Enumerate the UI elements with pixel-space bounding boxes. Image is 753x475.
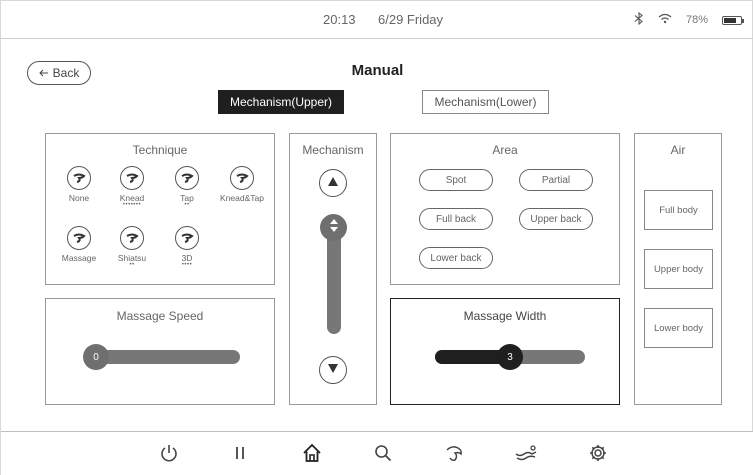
status-time: 20:13 xyxy=(323,12,356,27)
home-button[interactable] xyxy=(298,441,326,469)
app-screen: 20:13 6/29 Friday 78% Back Manual Mechan… xyxy=(0,0,753,475)
mechanism-up-button[interactable] xyxy=(319,169,347,197)
page-title: Manual xyxy=(351,62,404,79)
technique-tap[interactable]: Tap •• xyxy=(156,166,218,208)
home-icon xyxy=(302,443,322,468)
mechanism-panel: Mechanism xyxy=(289,133,377,405)
bluetooth-icon xyxy=(634,11,644,28)
wifi-icon xyxy=(658,13,672,27)
technique-dots: •• xyxy=(184,202,190,208)
technique-dots: ••••••• xyxy=(122,202,142,208)
technique-dots: •• xyxy=(129,262,135,268)
massage-speed-panel: Massage Speed 0 xyxy=(45,298,275,405)
area-full-back-button[interactable]: Full back xyxy=(419,208,493,230)
technique-hand-icon xyxy=(67,226,91,250)
air-panel: Air Full body Upper body Lower body xyxy=(634,133,722,405)
technique-hand-icon xyxy=(120,166,144,190)
massage-speed-knob[interactable]: 0 xyxy=(83,344,109,370)
technique-hand-icon xyxy=(120,226,144,250)
status-icons: 78% xyxy=(634,11,744,28)
area-partial-button[interactable]: Partial xyxy=(519,169,593,191)
mechanism-title: Mechanism xyxy=(302,143,364,157)
technique-shiatsu[interactable]: Shiatsu •• xyxy=(101,226,163,268)
tab-mechanism-upper[interactable]: Mechanism(Upper) xyxy=(218,90,344,114)
area-upper-back-button[interactable]: Upper back xyxy=(519,208,593,230)
air-title: Air xyxy=(670,143,686,157)
air-full-body-button[interactable]: Full body xyxy=(644,190,713,230)
technique-hand-icon xyxy=(67,166,91,190)
massage-width-value: 3 xyxy=(507,351,513,363)
status-date: 6/29 Friday xyxy=(378,12,444,27)
technique-knead[interactable]: Knead ••••••• xyxy=(101,166,163,208)
massage-width-panel: Massage Width 3 xyxy=(390,298,620,405)
technique-label: Knead&Tap xyxy=(220,193,264,203)
status-bar: 20:13 6/29 Friday 78% xyxy=(1,1,753,39)
technique-knead-tap[interactable]: Knead&Tap xyxy=(211,166,273,203)
battery-icon xyxy=(722,15,744,25)
triangle-down-icon xyxy=(327,361,339,379)
recline-icon xyxy=(514,443,538,468)
air-upper-body-button[interactable]: Upper body xyxy=(644,249,713,289)
tab-mechanism-lower[interactable]: Mechanism(Lower) xyxy=(422,90,549,114)
settings-button[interactable] xyxy=(584,441,612,469)
massage-speed-slider[interactable] xyxy=(96,350,240,364)
mechanism-position-knob[interactable] xyxy=(320,214,347,241)
massage-width-knob[interactable]: 3 xyxy=(497,344,523,370)
triangle-up-icon xyxy=(327,174,339,192)
up-down-arrows-icon xyxy=(329,218,339,238)
technique-hand-icon xyxy=(175,166,199,190)
technique-3d[interactable]: 3D •••• xyxy=(156,226,218,268)
area-lower-back-button[interactable]: Lower back xyxy=(419,247,493,269)
area-spot-button[interactable]: Spot xyxy=(419,169,493,191)
technique-title: Technique xyxy=(132,143,188,157)
massage-mode-button[interactable] xyxy=(441,441,469,469)
settings-icon xyxy=(588,443,608,468)
massage-speed-title: Massage Speed xyxy=(116,309,204,323)
search-button[interactable] xyxy=(369,441,397,469)
bottom-nav xyxy=(1,431,753,475)
recline-button[interactable] xyxy=(512,441,540,469)
technique-hand-icon xyxy=(175,226,199,250)
power-button[interactable] xyxy=(155,441,183,469)
pause-icon xyxy=(233,444,247,467)
technique-hand-icon xyxy=(230,166,254,190)
massage-hand-icon xyxy=(444,443,466,468)
massage-width-title: Massage Width xyxy=(463,309,547,323)
technique-dots: •••• xyxy=(181,262,193,268)
technique-panel: Technique None Knead ••••••• Tap •• Knea… xyxy=(45,133,275,285)
pause-button[interactable] xyxy=(226,441,254,469)
massage-speed-value: 0 xyxy=(93,351,99,363)
air-lower-body-button[interactable]: Lower body xyxy=(644,308,713,348)
mechanism-down-button[interactable] xyxy=(319,356,347,384)
area-title: Area xyxy=(492,143,518,157)
power-icon xyxy=(159,443,179,468)
area-panel: Area Spot Partial Full back Upper back L… xyxy=(390,133,620,285)
search-icon xyxy=(373,443,393,468)
battery-percent: 78% xyxy=(685,14,708,26)
